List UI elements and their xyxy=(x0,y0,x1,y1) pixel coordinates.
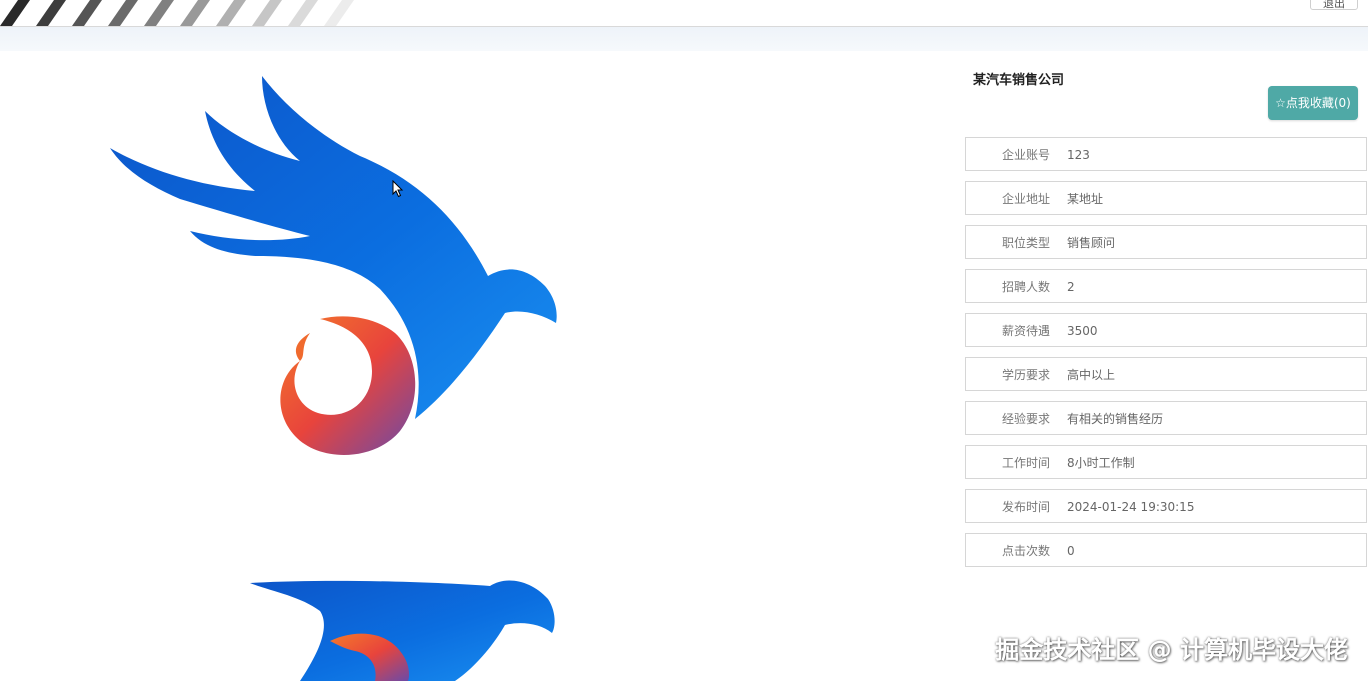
info-label: 工作时间 xyxy=(1001,456,1050,470)
info-label: 学历要求 xyxy=(1001,368,1050,382)
info-value: 2 xyxy=(1067,280,1075,294)
info-row-publish-time: 发布时间 2024-01-24 19:30:15 xyxy=(965,489,1367,523)
top-header-bar: 退出 xyxy=(0,0,1368,27)
info-label: 薪资待遇 xyxy=(1001,324,1050,338)
info-value: 0 xyxy=(1067,544,1075,558)
info-row-salary: 薪资待遇 3500 xyxy=(965,313,1367,347)
info-label: 职位类型 xyxy=(1001,236,1050,250)
info-value: 有相关的销售经历 xyxy=(1067,412,1164,426)
header-subband xyxy=(0,27,1368,51)
info-label: 招聘人数 xyxy=(1001,280,1050,294)
info-value: 高中以上 xyxy=(1067,368,1116,382)
info-value: 2024-01-24 19:30:15 xyxy=(1067,500,1195,514)
info-row-headcount: 招聘人数 2 xyxy=(965,269,1367,303)
job-image-area xyxy=(0,51,940,681)
pointer-cursor-icon xyxy=(392,180,404,198)
info-label: 发布时间 xyxy=(1001,500,1050,514)
info-value: 123 xyxy=(1067,148,1090,162)
info-value: 8小时工作制 xyxy=(1067,456,1135,470)
info-row-address: 企业地址 某地址 xyxy=(965,181,1367,215)
eagle-logo-icon xyxy=(110,76,557,681)
info-row-experience: 经验要求 有相关的销售经历 xyxy=(965,401,1367,435)
info-row-work-hours: 工作时间 8小时工作制 xyxy=(965,445,1367,479)
info-row-account: 企业账号 123 xyxy=(965,137,1367,171)
info-label: 经验要求 xyxy=(1001,412,1050,426)
info-label: 企业地址 xyxy=(1001,192,1050,206)
company-name: 某汽车销售公司 xyxy=(973,73,1065,88)
info-row-click-count: 点击次数 0 xyxy=(965,533,1367,567)
info-label: 企业账号 xyxy=(1001,148,1050,162)
logout-button[interactable]: 退出 xyxy=(1310,0,1358,10)
header-stripe-decoration xyxy=(0,0,354,26)
info-value: 某地址 xyxy=(1067,192,1104,206)
favorite-button[interactable]: ☆点我收藏(0) xyxy=(1268,86,1358,120)
watermark-text: 掘金技术社区 @ 计算机毕设大佬 xyxy=(995,636,1348,664)
info-value: 销售顾问 xyxy=(1067,236,1116,250)
info-value: 3500 xyxy=(1067,324,1098,338)
info-row-education: 学历要求 高中以上 xyxy=(965,357,1367,391)
job-info-list: 企业账号 123 企业地址 某地址 职位类型 销售顾问 招聘人数 2 薪资待遇 … xyxy=(965,137,1367,577)
info-row-position-type: 职位类型 销售顾问 xyxy=(965,225,1367,259)
info-label: 点击次数 xyxy=(1001,544,1050,558)
